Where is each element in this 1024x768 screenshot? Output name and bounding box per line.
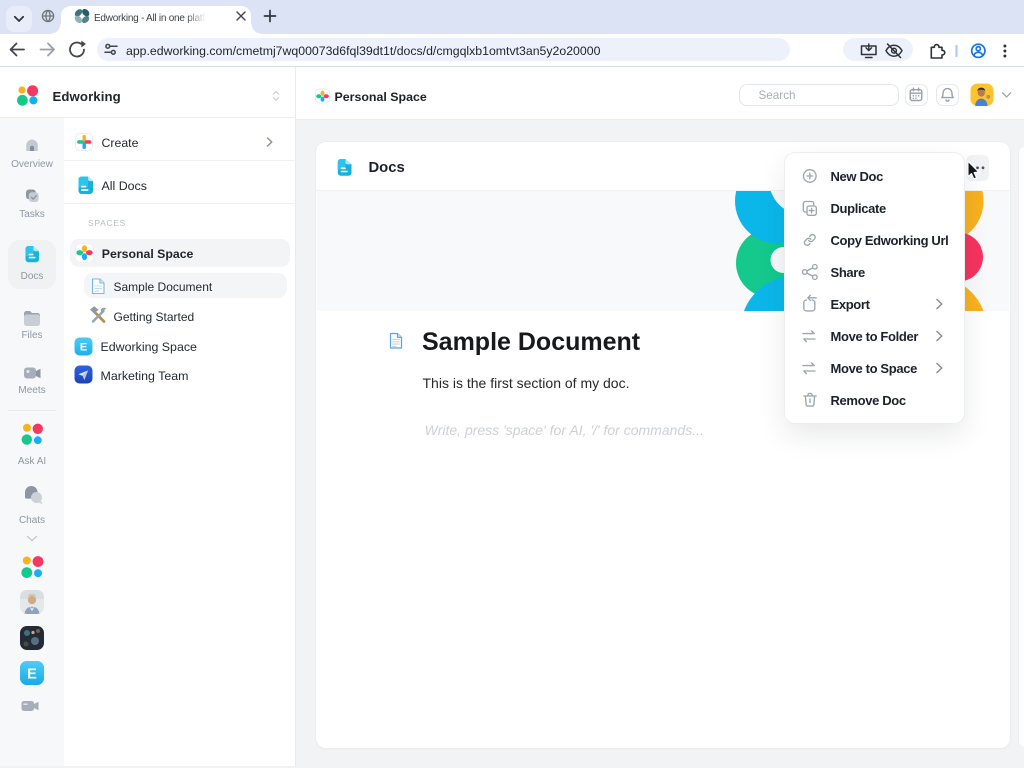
svg-text:E: E — [80, 342, 87, 354]
svg-text:E: E — [27, 667, 37, 683]
